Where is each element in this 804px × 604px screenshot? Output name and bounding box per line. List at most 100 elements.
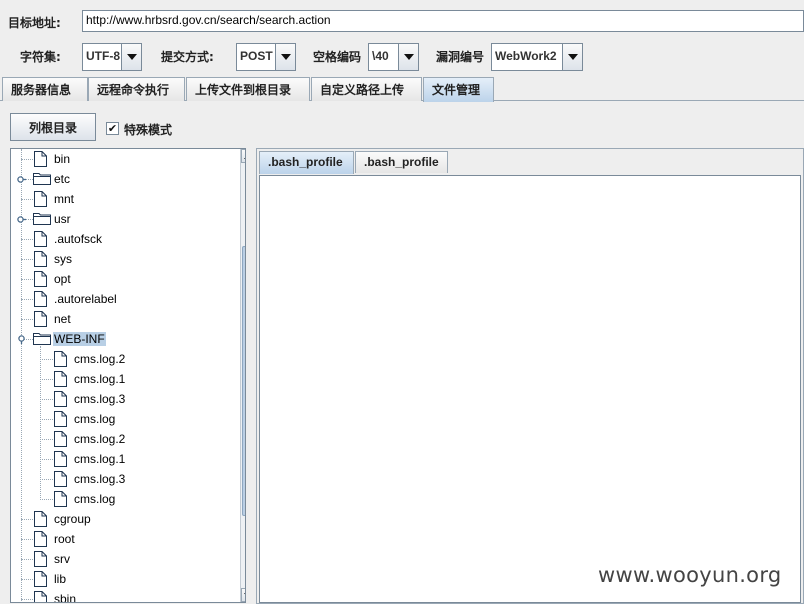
tree-node-label: lib xyxy=(54,572,67,586)
space-encoding-select[interactable]: \40 xyxy=(368,43,419,71)
file-icon xyxy=(33,251,47,270)
file-icon xyxy=(33,571,47,590)
tree-node[interactable]: cms.log xyxy=(53,490,211,508)
expanded-handle-icon[interactable] xyxy=(17,335,26,344)
tree-node[interactable]: cms.log.3 xyxy=(53,470,211,488)
tree-node[interactable]: etc xyxy=(33,170,211,188)
tab-remote-command[interactable]: 远程命令执行 xyxy=(88,77,185,101)
file-icon xyxy=(53,471,67,490)
file-icon xyxy=(53,351,67,370)
collapsed-handle-icon[interactable] xyxy=(17,215,26,224)
collapsed-handle-icon[interactable] xyxy=(17,175,26,184)
tab-upload-root[interactable]: 上传文件到根目录 xyxy=(186,77,310,101)
tree-guide-line xyxy=(21,299,33,300)
method-select[interactable]: POST xyxy=(236,43,296,71)
tree-guide-line xyxy=(40,499,53,500)
editor-tab-bash-profile-1[interactable]: .bash_profile xyxy=(259,151,354,174)
file-content-textarea[interactable] xyxy=(259,175,801,603)
tree-node[interactable]: .autofsck xyxy=(33,230,211,248)
arrow-up-icon xyxy=(244,153,245,159)
tree-node[interactable]: cms.log.3 xyxy=(53,390,211,408)
chevron-down-icon[interactable] xyxy=(275,44,295,70)
scroll-up-button[interactable] xyxy=(241,149,245,163)
tree-node-label: root xyxy=(54,532,75,546)
tree-node[interactable]: bin xyxy=(33,150,211,168)
tree-node[interactable]: sys xyxy=(33,250,211,268)
file-icon xyxy=(33,271,47,290)
file-tree[interactable]: bin etc mnt usr .autofsck sys opt .autorelabel n… xyxy=(10,148,246,603)
special-mode-label: 特殊模式 xyxy=(124,123,173,137)
editor-panel: .bash_profile .bash_profile xyxy=(256,148,804,604)
file-icon xyxy=(53,391,67,410)
tree-node[interactable]: opt xyxy=(33,270,211,288)
chevron-down-icon[interactable] xyxy=(398,44,418,70)
tree-node-label: cgroup xyxy=(54,512,91,526)
tree-guide-line xyxy=(21,259,33,260)
tree-node-label: sbin xyxy=(54,592,77,603)
file-icon xyxy=(33,551,47,570)
file-icon xyxy=(33,311,47,330)
tree-node[interactable]: net xyxy=(33,310,211,328)
tree-node[interactable]: mnt xyxy=(33,190,211,208)
file-icon xyxy=(33,231,47,250)
target-url-input[interactable]: http://www.hrbsrd.gov.cn/search/search.a… xyxy=(82,10,804,32)
charset-select[interactable]: UTF-8 xyxy=(82,43,142,71)
tree-node-label: srv xyxy=(54,552,70,566)
space-encoding-label: 空格编码 xyxy=(313,50,362,64)
watermark: www.wooyun.org xyxy=(598,563,782,587)
tab-server-info[interactable]: 服务器信息 xyxy=(2,77,88,101)
chevron-down-icon[interactable] xyxy=(121,44,141,70)
tree-guide-line xyxy=(21,199,33,200)
chevron-down-icon[interactable] xyxy=(562,44,582,70)
tree-node[interactable]: cms.log.2 xyxy=(53,350,211,368)
tree-node[interactable]: usr xyxy=(33,210,211,228)
tree-node-label: cms.log.2 xyxy=(74,352,126,366)
tree-node[interactable]: cgroup xyxy=(33,510,211,528)
tree-guide-line xyxy=(40,359,53,360)
vuln-id-select[interactable]: WebWork2 xyxy=(491,43,583,71)
tree-node[interactable]: root xyxy=(33,530,211,548)
tree-node-label: .autofsck xyxy=(54,232,103,246)
tree-scrollbar[interactable] xyxy=(240,149,246,602)
tree-node-label: sys xyxy=(54,252,72,266)
tree-guide-line xyxy=(21,279,33,280)
tree-guide-line xyxy=(21,539,33,540)
tree-node[interactable]: cms.log xyxy=(53,410,211,428)
panel-splitter[interactable] xyxy=(247,148,255,603)
tree-node-label: cms.log.1 xyxy=(74,372,126,386)
charset-label: 字符集: xyxy=(20,50,61,64)
tree-node[interactable]: cms.log.1 xyxy=(53,370,211,388)
tree-guide-line xyxy=(40,419,53,420)
list-root-button[interactable]: 列根目录 xyxy=(10,113,96,141)
tree-node[interactable]: srv xyxy=(33,550,211,568)
tree-node[interactable]: lib xyxy=(33,570,211,588)
tree-node-label: mnt xyxy=(54,192,75,206)
scroll-down-button[interactable] xyxy=(241,588,245,602)
tree-node-label: .autorelabel xyxy=(54,292,117,306)
file-icon xyxy=(33,151,47,170)
tree-node[interactable]: cms.log.1 xyxy=(53,450,211,468)
tree-node[interactable]: WEB-INF xyxy=(33,330,211,348)
file-icon xyxy=(53,371,67,390)
folder-icon xyxy=(33,211,51,228)
grip-icon xyxy=(245,378,246,385)
tree-guide-line xyxy=(40,346,41,500)
scroll-thumb[interactable] xyxy=(242,246,246,516)
file-icon xyxy=(33,591,47,602)
tree-node-label: etc xyxy=(54,172,71,186)
editor-tab-bash-profile-2[interactable]: .bash_profile xyxy=(355,151,448,173)
tree-node[interactable]: .autorelabel xyxy=(33,290,211,308)
special-mode-checkbox[interactable]: ✔ xyxy=(106,122,119,135)
tree-node[interactable]: sbin xyxy=(33,590,211,603)
tree-guide-line xyxy=(40,479,53,480)
arrow-down-icon xyxy=(244,592,245,598)
charset-value: UTF-8 xyxy=(86,49,120,63)
tree-guide-line xyxy=(21,599,33,600)
file-icon xyxy=(53,451,67,470)
tab-custom-upload[interactable]: 自定义路径上传 xyxy=(311,77,422,101)
tree-node-label: bin xyxy=(54,152,71,166)
tree-guide-line xyxy=(21,559,33,560)
tab-file-manager[interactable]: 文件管理 xyxy=(423,77,494,102)
tree-node[interactable]: cms.log.2 xyxy=(53,430,211,448)
tree-guide-line xyxy=(21,239,33,240)
